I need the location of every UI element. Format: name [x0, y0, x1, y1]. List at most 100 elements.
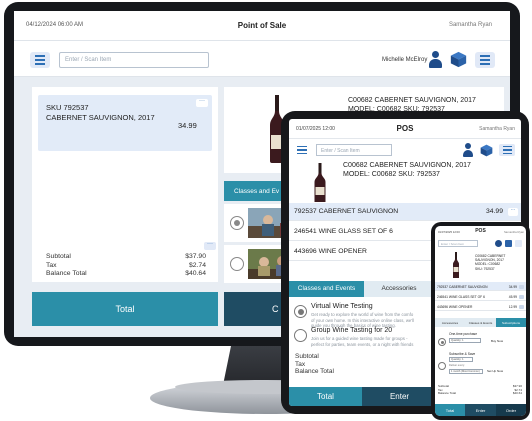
phone-tabs: Accessories Classes & Events Subscriptio… — [435, 318, 526, 327]
tab-accessories[interactable]: Accessories — [435, 318, 465, 327]
line-item-name: 443696 WINE OPENER — [294, 248, 367, 255]
product-description: C00682 CABERNET SAUVIGNON, 2017 MODEL: C… — [343, 161, 471, 179]
tab-accessories[interactable]: Accessories — [364, 281, 434, 297]
more-icon[interactable]: ··· — [204, 241, 216, 250]
total-button[interactable]: Total — [32, 292, 218, 326]
frequency-select[interactable]: 1 month (Most Common) — [449, 369, 483, 374]
desktop-toolbar: Enter / Scan Item Michelle McElroy — [14, 41, 510, 77]
event-description: Join us for a guided wine tasting made f… — [311, 336, 431, 347]
quantity-select[interactable]: Quantity: 1 — [449, 338, 481, 343]
cube-icon[interactable] — [450, 51, 467, 68]
total-button[interactable]: Total — [289, 387, 362, 406]
cube-icon[interactable] — [480, 144, 493, 157]
order-button[interactable]: Order — [496, 404, 526, 416]
more-icon[interactable] — [519, 305, 524, 309]
tax-value: $2.74 — [188, 261, 206, 269]
options-menu-icon[interactable] — [499, 144, 515, 156]
radio-button[interactable] — [438, 362, 446, 370]
more-icon[interactable]: ··· — [196, 98, 208, 107]
event-title: Group Wine Tasting for 20 — [311, 327, 393, 334]
enter-button[interactable]: Enter — [465, 404, 496, 416]
balance-value: $40.64 — [512, 391, 522, 396]
radio-button[interactable] — [294, 305, 307, 318]
cashier-name: Michelle McElroy — [382, 57, 428, 63]
subtotal-value: $37.90 — [185, 253, 206, 260]
person-icon[interactable] — [429, 51, 442, 68]
wine-bottle-icon — [314, 163, 326, 202]
set-up-now-link[interactable]: Set Up Now — [487, 369, 503, 373]
line-item-name: 246541 WINE GLASS SET OF 6 — [294, 228, 393, 235]
balance-label: Balance Total — [295, 368, 334, 375]
cube-icon[interactable] — [505, 240, 512, 247]
totals-summary: Subtotal Tax Balance Total — [295, 353, 435, 376]
line-item-price: 34.99 — [485, 208, 503, 215]
cart-line-item[interactable]: 246541 WINE GLASS SET OF 6 45.99 — [435, 292, 526, 301]
more-icon[interactable]: ··· — [508, 208, 518, 216]
person-icon[interactable] — [495, 240, 502, 247]
desktop-user-name: Samantha Ryan — [448, 22, 492, 28]
wine-bottle-icon — [453, 252, 459, 278]
search-input[interactable]: Enter / Scan Item — [438, 240, 478, 247]
quantity-select[interactable]: Quantity: 1 — [449, 357, 473, 362]
cart-line-item[interactable]: SKU 792537 CABERNET SAUVIGNON, 2017 34.9… — [38, 95, 212, 151]
cart-line-item[interactable]: 792537 CABERNET SAUVIGNON 34.99 ··· — [289, 203, 521, 221]
options-menu-icon[interactable] — [515, 240, 522, 247]
balance-label: Balance Total — [46, 270, 87, 277]
product-title: C00682 CABERNET SAUVIGNON, 2017 — [343, 162, 471, 169]
tab-subscriptions[interactable]: Subscriptions — [496, 318, 526, 327]
tab-classes-events[interactable]: Classes and Events — [289, 281, 364, 297]
radio-button[interactable] — [230, 257, 244, 271]
menu-icon[interactable] — [30, 52, 50, 68]
cart-line-item[interactable]: 792537 CABERNET SAUVIGNON 34.99 — [435, 282, 526, 291]
phone-header: 01/07/2025 12:00 POS Samantha Ryan — [435, 226, 526, 238]
subtotal-label: Subtotal — [46, 253, 71, 260]
radio-button[interactable] — [438, 338, 446, 346]
line-item-name: CABERNET SAUVIGNON, 2017 — [46, 113, 155, 122]
phone-toolbar-icons — [495, 240, 525, 248]
product-title: C00682 CABERNET SAUVIGNON, 2017 — [348, 97, 476, 104]
balance-label: Balance Total — [438, 391, 456, 396]
menu-icon[interactable] — [295, 144, 309, 156]
line-item-name: 246541 WINE GLASS SET OF 6 — [437, 295, 485, 299]
options-menu-icon[interactable] — [475, 52, 495, 68]
cart-line-item[interactable]: 443696 WINE OPENER 12.99 — [435, 302, 526, 311]
desktop-header: 04/12/2024 06:00 AM Point of Sale Samant… — [14, 11, 510, 41]
event-description-line: perfect for parties, team events, or a n… — [311, 341, 414, 347]
tab-classes-events[interactable]: Classes & Events — [465, 318, 496, 327]
subtotal-label: Subtotal — [295, 353, 319, 360]
line-item-name: 443696 WINE OPENER — [437, 305, 473, 309]
person-icon[interactable] — [463, 143, 473, 157]
tablet-user-name: Samantha Ryan — [479, 126, 515, 132]
phone-screen: 01/07/2025 12:00 POS Samantha Ryan Enter… — [435, 226, 526, 416]
line-item-price: 45.99 — [508, 295, 517, 299]
product-model: MODEL: C00682 SKU: 792537 — [343, 171, 440, 178]
more-icon[interactable] — [519, 285, 524, 289]
tax-label: Tax — [46, 261, 57, 269]
tax-label: Tax — [295, 360, 306, 368]
enter-button[interactable]: Enter — [362, 387, 437, 406]
totals-summary: Subtotal $37.90 Tax $2.74 Balance Total $40… — [438, 384, 522, 396]
more-icon[interactable] — [519, 295, 524, 299]
search-input[interactable]: Enter / Scan Item — [316, 144, 392, 156]
buy-now-link[interactable]: Buy Now — [491, 339, 503, 343]
desktop-app-title: Point of Sale — [237, 21, 287, 30]
event-title: Virtual Wine Testing — [311, 303, 373, 310]
line-item-name: 792537 CABERNET SAUVIGNON — [437, 285, 488, 289]
cart-panel: SKU 792537 CABERNET SAUVIGNON, 2017 34.9… — [32, 87, 218, 282]
total-button[interactable]: Total — [435, 404, 465, 416]
deliver-label: Deliver every: — [449, 364, 465, 367]
line-item-name: 792537 CABERNET SAUVIGNON — [294, 208, 399, 215]
search-input[interactable]: Enter / Scan Item — [59, 52, 209, 68]
line-item-sku: SKU 792537 — [46, 103, 89, 112]
radio-button[interactable] — [294, 329, 307, 342]
tablet-toolbar: Enter / Scan Item — [289, 139, 521, 161]
totals-summary: Subtotal $37.90 Tax $2.74 Balance Total $40… — [46, 253, 218, 279]
radio-button[interactable] — [230, 216, 244, 230]
product-detail-panel: C00682 CABERNET SAUVIGNON, 2017 MODEL: C… — [289, 161, 521, 203]
event-description-line: Get ready to explore the world of wine f… — [311, 312, 414, 317]
balance-value: $40.64 — [185, 270, 206, 277]
phone-device: 01/07/2025 12:00 POS Samantha Ryan Enter… — [431, 222, 530, 420]
option-title: Subscribe & Save — [449, 352, 476, 356]
line-item-price: 34.99 — [178, 121, 197, 130]
subscribe-option[interactable]: Subscribe & Save Quantity: 1 Deliver eve… — [435, 350, 526, 378]
